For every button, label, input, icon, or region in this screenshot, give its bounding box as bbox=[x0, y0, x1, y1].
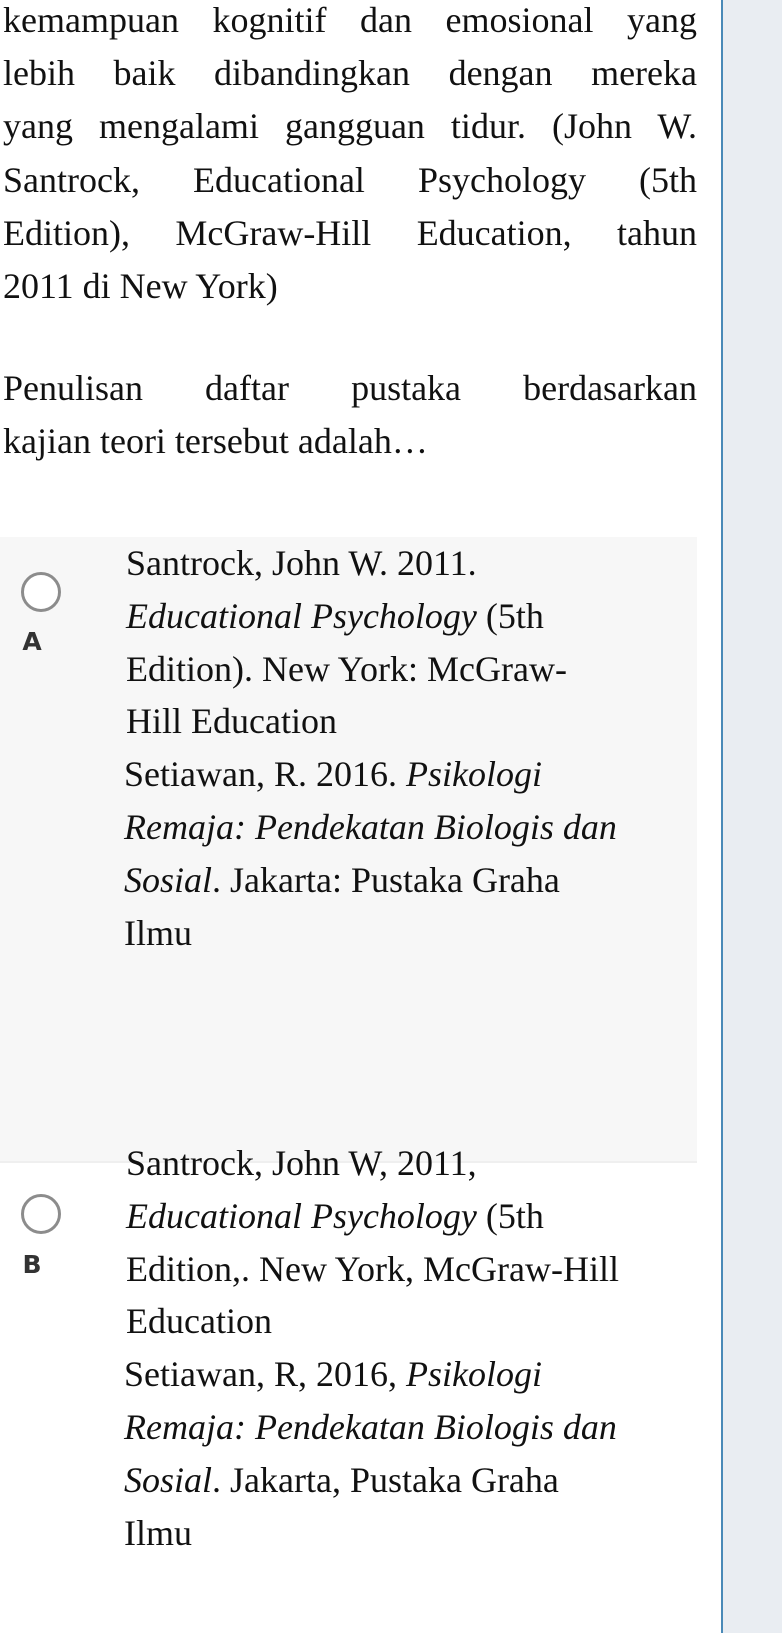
option-b-line: Educational Psychology (5th bbox=[126, 1190, 686, 1243]
context-line: Santrock, Educational Psychology (5th bbox=[3, 159, 697, 200]
context-line: lebih baik dibandingkan dengan mereka bbox=[3, 53, 697, 94]
reference-text: Setiawan, R, 2016, bbox=[124, 1354, 406, 1395]
option-b-line: Santrock, John W, 2011, bbox=[126, 1137, 686, 1190]
reference-text: Santrock, John W. 2011. bbox=[126, 543, 477, 583]
reference-text: Hill Education bbox=[126, 701, 337, 742]
reference-text: . Jakarta: Pustaka Graha bbox=[212, 859, 560, 900]
option-a-line: Santrock, John W. 2011. bbox=[126, 537, 686, 590]
reference-text: Setiawan, R. 2016. bbox=[124, 754, 406, 795]
reference-text: . Jakarta, Pustaka Graha bbox=[212, 1459, 559, 1500]
option-a-line: Sosial. Jakarta: Pustaka Graha bbox=[124, 854, 686, 907]
option-a-line: Edition). New York: McGraw- bbox=[126, 643, 686, 696]
italic-title-text: Educational Psychology bbox=[126, 1195, 477, 1236]
italic-title-text: Remaja: Pendekatan Biologis dan bbox=[124, 1406, 617, 1447]
option-a-line: Hill Education bbox=[126, 695, 686, 748]
option-b-line: Setiawan, R, 2016, Psikologi bbox=[124, 1348, 686, 1401]
reference-text: (5th bbox=[476, 1195, 544, 1236]
option-b-line: Education bbox=[126, 1295, 686, 1348]
reference-text: Edition). New York: McGraw- bbox=[126, 648, 567, 689]
option-a-line: Setiawan, R. 2016. Psikologi bbox=[124, 748, 686, 801]
reference-text: Education bbox=[126, 1301, 272, 1342]
option-b[interactable]: B Santrock, John W, 2011, Educational Psy… bbox=[0, 1143, 697, 1633]
option-a[interactable]: A Santrock, John W. 2011. Educational Psy… bbox=[0, 537, 697, 1163]
option-b-line: Sosial. Jakarta, Pustaka Graha bbox=[124, 1454, 686, 1507]
option-b-line: Remaja: Pendekatan Biologis dan bbox=[124, 1401, 686, 1454]
option-a-line: Remaja: Pendekatan Biologis dan bbox=[124, 801, 686, 854]
option-letter-b: B bbox=[22, 1250, 42, 1279]
radio-button-b[interactable] bbox=[21, 1194, 61, 1234]
prompt-line: Penulisan daftar pustaka berdasarkan bbox=[3, 368, 697, 408]
reference-text: Santrock, John W, 2011, bbox=[126, 1143, 477, 1183]
italic-title-text: Sosial bbox=[124, 1459, 213, 1500]
option-b-text[interactable]: Santrock, John W, 2011, Educational Psych… bbox=[124, 1137, 686, 1560]
question-prompt: Penulisan daftar pustaka berdasarkan kaji… bbox=[3, 362, 697, 468]
italic-title-text: Sosial bbox=[124, 859, 213, 900]
option-a-text[interactable]: Santrock, John W. 2011. Educational Psych… bbox=[124, 537, 686, 960]
side-panel bbox=[721, 0, 782, 1633]
reference-text: Edition,. New York, McGraw-Hill bbox=[126, 1248, 619, 1289]
question-content: kemampuan kognitif dan emosional yang leb… bbox=[0, 0, 722, 1633]
reference-text: Ilmu bbox=[124, 912, 192, 953]
prompt-line: kajian teori tersebut adalah… bbox=[3, 421, 428, 462]
option-b-line: Ilmu bbox=[124, 1507, 686, 1560]
context-line: yang mengalami gangguan tidur. (John W. bbox=[3, 106, 697, 147]
radio-button-a[interactable] bbox=[21, 572, 61, 612]
context-line: kemampuan kognitif dan emosional yang bbox=[3, 0, 697, 40]
reference-text: (5th bbox=[476, 595, 544, 636]
option-a-line: Ilmu bbox=[124, 907, 686, 960]
context-line: Edition), McGraw-Hill Education, tahun bbox=[3, 212, 697, 253]
option-a-line: Educational Psychology (5th bbox=[126, 590, 686, 643]
question-context-paragraph: kemampuan kognitif dan emosional yang leb… bbox=[3, 0, 697, 313]
italic-title-text: Educational Psychology bbox=[126, 595, 477, 636]
italic-title-text: Remaja: Pendekatan Biologis dan bbox=[124, 806, 617, 847]
option-b-line: Edition,. New York, McGraw-Hill bbox=[126, 1243, 686, 1296]
option-letter-a: A bbox=[22, 627, 42, 656]
italic-title-text: Psikologi bbox=[405, 754, 542, 795]
italic-title-text: Psikologi bbox=[405, 1354, 542, 1395]
reference-text: Ilmu bbox=[124, 1512, 192, 1553]
context-line: 2011 di New York) bbox=[3, 266, 278, 307]
